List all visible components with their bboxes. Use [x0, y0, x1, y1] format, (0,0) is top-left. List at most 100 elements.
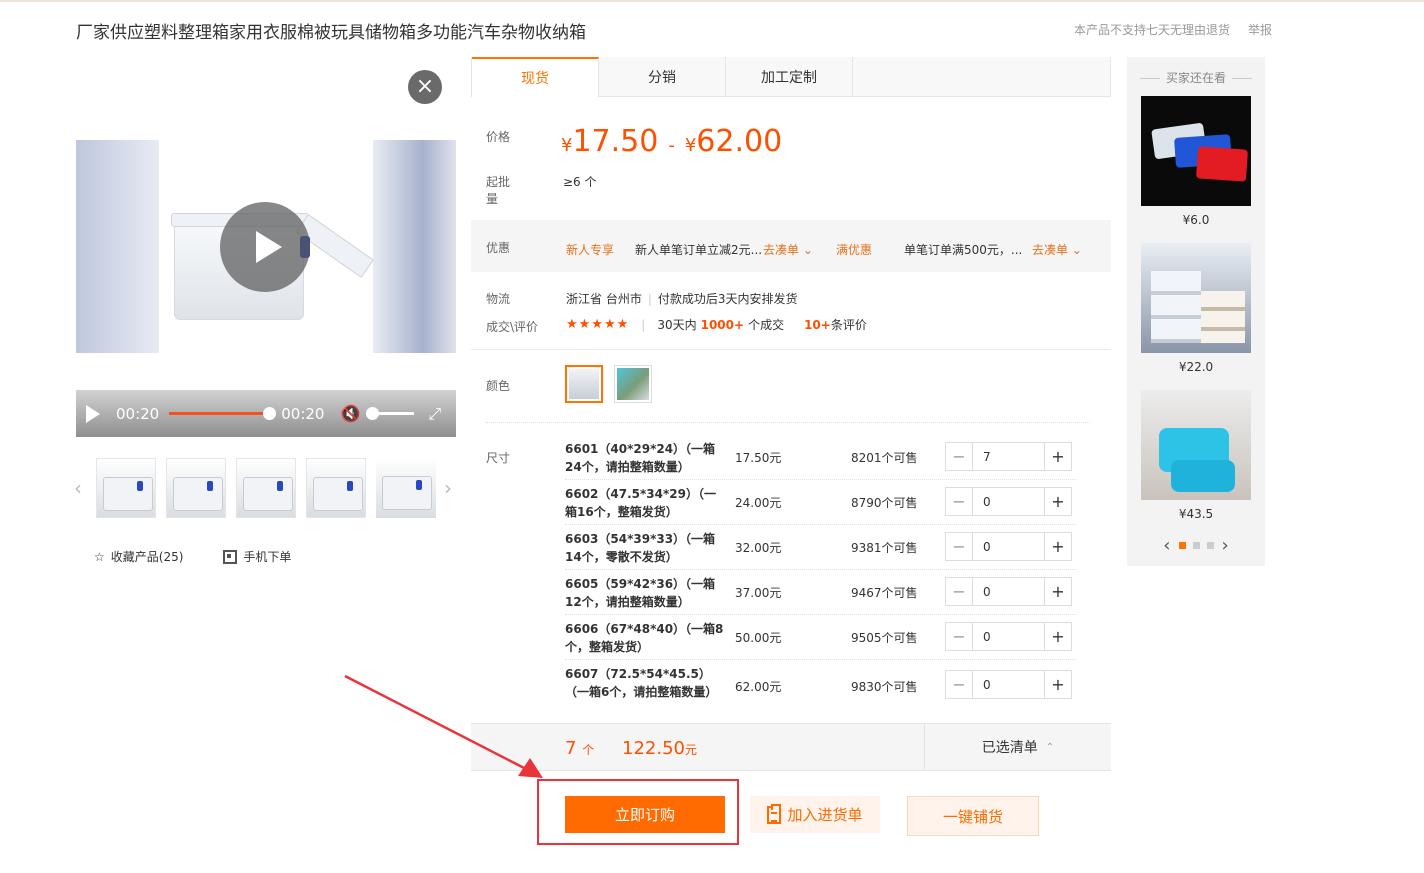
color-label: 颜色 — [486, 379, 511, 393]
quantity-stepper: − + — [945, 577, 1072, 606]
recommend-image[interactable] — [1141, 243, 1251, 353]
size-stock: 9467个可售 — [851, 586, 918, 600]
control-play-icon[interactable] — [86, 404, 100, 423]
fullscreen-icon[interactable]: ⤢ — [428, 404, 441, 424]
close-video-button[interactable]: × — [408, 70, 442, 104]
size-row: 6603（54*39*33）（一箱14个，零散不发货） 32.00元 9381个… — [565, 525, 1077, 570]
tab-custom[interactable]: 加工定制 — [726, 57, 853, 97]
order-summary: 7 个 122.50元 已选清单 ⌃ — [471, 723, 1111, 771]
review-count[interactable]: 10+ — [804, 318, 831, 332]
size-row: 6602（47.5*34*29）（一箱16个，整箱发货） 24.00元 8790… — [565, 480, 1077, 525]
thumb-prev-icon[interactable]: ‹ — [74, 476, 82, 500]
promo-link-2[interactable]: 去凑单 ⌄ — [1032, 241, 1082, 258]
time-total: 00:20 — [281, 404, 325, 423]
color-swatch-white[interactable] — [565, 365, 603, 403]
quantity-input[interactable] — [973, 488, 1044, 515]
thumbnail[interactable] — [306, 458, 366, 518]
quantity-stepper: − + — [945, 670, 1072, 699]
size-price: 37.00元 — [735, 586, 782, 600]
moq-label: 起批量 — [486, 175, 511, 206]
recommend-image[interactable] — [1141, 96, 1251, 206]
tab-distribution[interactable]: 分销 — [599, 57, 726, 97]
thumbnail[interactable] — [236, 458, 296, 518]
top-accent-line — [0, 0, 1424, 2]
total-quantity: 7 个 — [565, 738, 595, 759]
favorite-button[interactable]: ☆ 收藏产品(25) — [94, 548, 183, 565]
thumb-next-icon[interactable]: › — [444, 476, 452, 500]
play-icon[interactable] — [220, 202, 310, 292]
page-dot[interactable] — [1206, 542, 1214, 549]
one-click-distribute-button[interactable]: 一键铺货 — [907, 796, 1039, 836]
pagination-dots — [1178, 542, 1214, 549]
recommend-next-icon[interactable]: › — [1222, 535, 1229, 556]
size-stock: 8790个可售 — [851, 496, 918, 510]
moq-value: ≥6 个 — [563, 175, 597, 189]
volume-slider[interactable] — [366, 407, 415, 420]
progress-bar[interactable] — [169, 407, 277, 420]
review-label: 成交\评价 — [486, 320, 539, 334]
promo-text-discount: 单笔订单满500元，... — [904, 243, 1023, 257]
report-link[interactable]: 举报 — [1248, 21, 1272, 38]
favorite-label: 收藏产品(25) — [110, 550, 184, 564]
quantity-input[interactable] — [973, 443, 1044, 470]
thumbnail[interactable] — [96, 458, 156, 518]
recommend-image[interactable] — [1141, 390, 1251, 500]
decrement-button[interactable]: − — [946, 623, 973, 650]
price-high: 62.00 — [696, 124, 783, 159]
size-name: 6602（47.5*34*29）（一箱16个，整箱发货） — [565, 487, 716, 519]
decrement-button[interactable]: − — [946, 671, 973, 698]
increment-button[interactable]: + — [1044, 671, 1071, 698]
quantity-input[interactable] — [973, 533, 1044, 560]
thumbnail[interactable] — [166, 458, 226, 518]
qr-code-icon — [223, 549, 238, 564]
promo-link-1[interactable]: 去凑单 ⌄ — [763, 241, 813, 258]
promo-tag-new-user: 新人专享 — [566, 243, 615, 257]
size-price: 62.00元 — [735, 680, 782, 694]
offer-tabs: 现货 分销 加工定制 — [471, 57, 1111, 97]
increment-button[interactable]: + — [1044, 488, 1071, 515]
decrement-button[interactable]: − — [946, 533, 973, 560]
quantity-input[interactable] — [973, 623, 1044, 650]
price-area: 价格 ¥17.50- ¥62.00 起批量 ≥6 个 — [486, 124, 782, 206]
size-price: 32.00元 — [735, 541, 782, 555]
recommend-nav: ‹ › — [1127, 535, 1265, 556]
size-name: 6607（72.5*54*45.5）（一箱6个，请拍整箱数量） — [565, 667, 718, 699]
decrement-button[interactable]: − — [946, 578, 973, 605]
increment-button[interactable]: + — [1044, 578, 1071, 605]
size-row: 6607（72.5*54*45.5）（一箱6个，请拍整箱数量） 62.00元 9… — [565, 660, 1077, 718]
size-price: 50.00元 — [735, 631, 782, 645]
buy-now-button[interactable]: 立即订购 — [565, 796, 725, 833]
increment-button[interactable]: + — [1044, 443, 1071, 470]
recommend-prev-icon[interactable]: ‹ — [1163, 535, 1170, 556]
mobile-order-label: 手机下单 — [243, 550, 292, 564]
page-dot[interactable] — [1178, 542, 1186, 549]
increment-button[interactable]: + — [1044, 623, 1071, 650]
increment-button[interactable]: + — [1044, 533, 1071, 560]
size-row: 6605（59*42*36）（一箱12个，请拍整箱数量） 37.00元 9467… — [565, 570, 1077, 615]
size-table: 6601（40*29*24）（一箱24个，请拍整箱数量） 17.50元 8201… — [565, 435, 1077, 718]
add-to-cart-button[interactable]: 加入进货单 — [750, 796, 880, 833]
quantity-input[interactable] — [973, 578, 1044, 605]
mute-icon[interactable]: 🔇 — [340, 404, 360, 423]
size-name: 6605（59*42*36）（一箱12个，请拍整箱数量） — [565, 577, 716, 609]
quantity-input[interactable] — [973, 671, 1044, 698]
tab-spot[interactable]: 现货 — [472, 57, 599, 97]
promo-label: 优惠 — [486, 241, 511, 255]
size-price: 17.50元 — [735, 451, 782, 465]
product-video[interactable]: 00:20 00:20 🔇 ⤢ — [76, 140, 456, 437]
mobile-order-button[interactable]: 手机下单 — [223, 548, 291, 565]
decrement-button[interactable]: − — [946, 443, 973, 470]
divider — [471, 349, 1111, 350]
size-name: 6606（67*48*40）（一箱8个，整箱发货） — [565, 622, 724, 654]
quantity-stepper: − + — [945, 532, 1072, 561]
page-dot[interactable] — [1192, 542, 1200, 549]
thumbnail[interactable] — [376, 458, 436, 518]
thumbnail-strip: ‹ › — [74, 458, 461, 518]
size-price: 24.00元 — [735, 496, 782, 510]
price-label: 价格 — [486, 130, 511, 144]
quantity-stepper: − + — [945, 487, 1072, 516]
selected-list-button[interactable]: 已选清单 ⌃ — [924, 724, 1111, 770]
decrement-button[interactable]: − — [946, 488, 973, 515]
color-swatch-blue[interactable] — [614, 365, 652, 403]
star-outline-icon: ☆ — [94, 549, 105, 564]
